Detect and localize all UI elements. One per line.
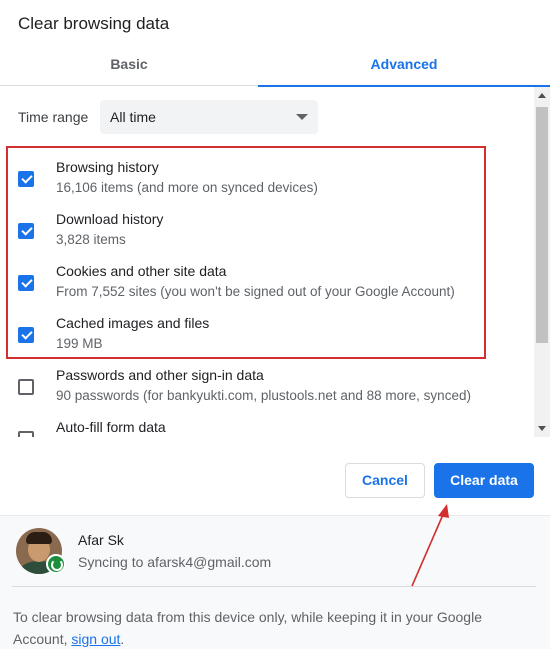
annotation-highlight-box (6, 146, 486, 359)
cancel-button[interactable]: Cancel (345, 463, 425, 498)
vertical-scrollbar[interactable] (534, 87, 550, 437)
account-row: Afar Sk Syncing to afarsk4@gmail.com (0, 516, 550, 586)
scroll-up-icon[interactable] (538, 93, 546, 98)
options-scroll-area[interactable]: Time range All time Browsing history 16,… (0, 87, 550, 437)
account-sync-status: Syncing to afarsk4@gmail.com (78, 554, 272, 570)
scroll-down-icon[interactable] (538, 426, 546, 431)
footer-note-end: . (120, 631, 125, 647)
footer-note: To clear browsing data from this device … (13, 606, 533, 649)
option-autofill[interactable]: Auto-fill form data (0, 419, 530, 437)
option-detail: 90 passwords (for bankyukti.com, plustoo… (56, 388, 471, 403)
option-label: Passwords and other sign-in data (56, 367, 264, 383)
footer-divider (12, 586, 536, 587)
sync-icon (46, 554, 66, 574)
option-passwords[interactable]: Passwords and other sign-in data 90 pass… (0, 367, 530, 417)
tab-bar: Basic Advanced (0, 48, 550, 87)
caret-down-icon (296, 114, 308, 120)
clear-data-button[interactable]: Clear data (434, 463, 534, 498)
checkbox-icon[interactable] (18, 379, 34, 395)
time-range-value: All time (110, 109, 156, 125)
tab-advanced[interactable]: Advanced (258, 48, 550, 87)
account-name: Afar Sk (78, 532, 124, 548)
dialog-actions: Cancel Clear data (0, 437, 550, 515)
option-label: Auto-fill form data (56, 419, 166, 435)
tab-basic[interactable]: Basic (0, 48, 258, 86)
dialog-title: Clear browsing data (18, 14, 170, 33)
sign-out-link[interactable]: sign out (71, 631, 120, 647)
time-range-label: Time range (18, 109, 89, 125)
dialog-footer: Afar Sk Syncing to afarsk4@gmail.com To … (0, 515, 550, 649)
scroll-thumb[interactable] (536, 107, 548, 343)
time-range-select[interactable]: All time (100, 100, 318, 134)
